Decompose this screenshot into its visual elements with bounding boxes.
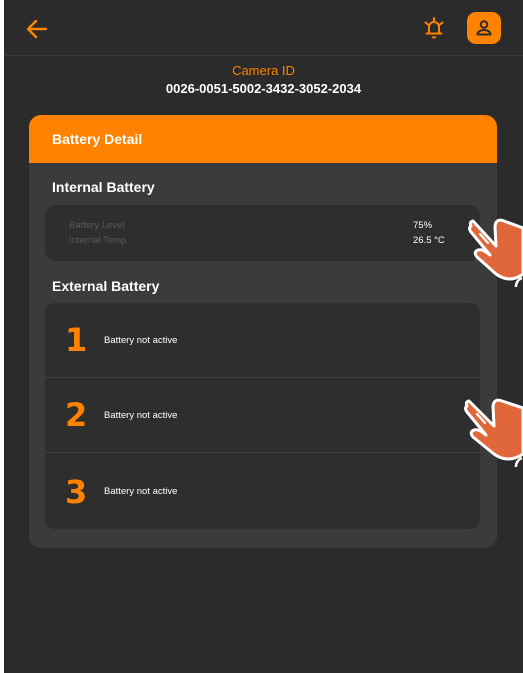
arrow-left-icon	[26, 19, 48, 39]
alarm-bell-icon	[424, 17, 444, 39]
user-icon	[476, 20, 492, 36]
external-battery-list: 1 Battery not active 2 Battery not activ…	[45, 303, 480, 529]
camera-id-block: Camera ID 0026-0051-5002-3432-3052-2034	[4, 63, 523, 98]
camera-id-value: 0026-0051-5002-3432-3052-2034	[165, 81, 362, 96]
battery-level-value: 75%	[413, 220, 433, 231]
app-screen: Camera ID 0026-0051-5002-3432-3052-2034 …	[4, 0, 523, 673]
internal-battery-title: Internal Battery	[52, 179, 155, 195]
battery-status: Battery not active	[104, 334, 178, 346]
battery-detail-card: Battery Detail Internal Battery Battery …	[29, 115, 497, 548]
camera-id-label: Camera ID	[232, 63, 295, 78]
battery-number: 2	[65, 396, 88, 434]
external-battery-item[interactable]: 2 Battery not active	[45, 378, 480, 453]
internal-temp-value: 26.5 °C	[413, 235, 445, 246]
top-bar	[4, 0, 523, 56]
battery-detail-title: Battery Detail	[52, 131, 143, 147]
profile-button[interactable]	[467, 12, 501, 44]
battery-level-label: Battery Level	[69, 220, 125, 231]
external-battery-item[interactable]: 1 Battery not active	[45, 303, 480, 378]
back-button[interactable]	[22, 14, 52, 44]
pointing-hand-icon	[464, 398, 523, 468]
internal-battery-panel: Battery Level 75% Internal Temp 26.5 °C	[45, 205, 480, 261]
external-battery-title: External Battery	[52, 278, 160, 294]
battery-detail-header: Battery Detail	[29, 115, 497, 163]
battery-status: Battery not active	[104, 486, 178, 497]
alarm-button[interactable]	[418, 12, 450, 44]
battery-number: 1	[65, 321, 88, 359]
battery-status: Battery not active	[104, 409, 178, 421]
internal-temp-label: Internal Temp	[69, 235, 127, 246]
pointing-hand-icon	[468, 218, 523, 288]
external-battery-item[interactable]: 3 Battery not active	[45, 454, 480, 529]
battery-number: 3	[65, 472, 88, 511]
